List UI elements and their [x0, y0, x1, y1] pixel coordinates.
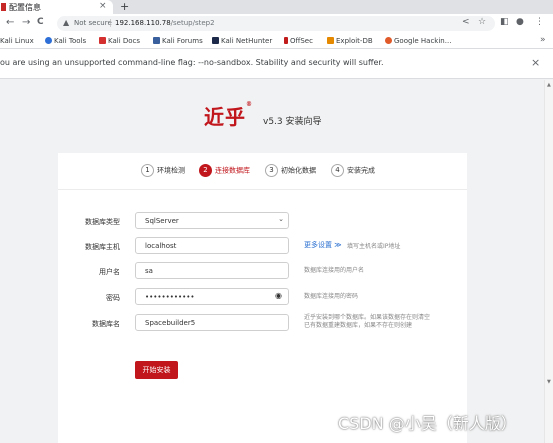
step-number: 4	[331, 164, 344, 177]
bookmark-exploit-db[interactable]: Exploit-DB	[327, 37, 373, 45]
tab-strip: 配置信息 × +	[0, 0, 553, 14]
db-name-hint-line-2: 已有数据重建数据库，如果不存在则创建	[304, 322, 413, 329]
share-icon[interactable]: <	[462, 17, 470, 27]
offsec-icon	[284, 37, 288, 44]
step-number: 1	[141, 164, 154, 177]
db-type-select[interactable]: SqlServer ⌄	[135, 212, 289, 229]
bookmark-star-icon[interactable]: ☆	[478, 17, 486, 27]
bookmark-google-hacking[interactable]: Google Hackin...	[385, 37, 451, 45]
step-environment-check: 1 环境检测	[141, 164, 185, 177]
bookmark-kali-tools[interactable]: Kali Tools	[45, 37, 86, 45]
bookmark-kali-linux[interactable]: Kali Linux	[0, 37, 34, 45]
db-name-label: 数据库名	[92, 320, 120, 328]
username-hint: 数据库连接用的用户名	[304, 267, 365, 274]
more-settings-link[interactable]: 更多设置 ≫	[304, 240, 342, 250]
step-label: 安装完成	[347, 166, 375, 175]
forward-icon[interactable]: →	[22, 17, 30, 28]
password-input[interactable]: •••••••••••• ◉	[135, 288, 289, 305]
side-panel-icon[interactable]: ◧	[500, 17, 509, 27]
site-logo: 近乎®	[204, 101, 253, 130]
favicon-icon	[1, 3, 6, 11]
show-password-icon[interactable]: ◉	[275, 291, 282, 300]
google-hacking-icon	[385, 37, 392, 44]
url-separator: |	[109, 18, 112, 27]
username-label: 用户名	[99, 268, 120, 276]
url-text[interactable]: 192.168.110.78/setup/step2	[115, 19, 215, 27]
setup-card: 1 环境检测 2 连接数据库 3 初始化数据 4 安装完成 数据库类型 SqlServe…	[58, 153, 467, 443]
infobar-close-icon[interactable]: ×	[531, 56, 540, 69]
username-value: sa	[145, 267, 153, 275]
bookmark-label: Kali Tools	[54, 37, 87, 45]
bookmark-label: Kali NetHunter	[221, 37, 273, 45]
password-value: ••••••••••••	[145, 293, 195, 301]
db-host-value: localhost	[145, 242, 177, 250]
logo-text: 近乎	[204, 105, 246, 129]
url-host: 192.168.110.78	[115, 19, 171, 27]
infobar: ou are using an unsupported command-line…	[0, 49, 553, 79]
kali-tools-icon	[45, 37, 52, 44]
db-host-hint: 填写主机名或IP地址	[347, 243, 401, 250]
bookmarks-overflow-icon[interactable]: »	[540, 35, 546, 45]
close-tab-icon[interactable]: ×	[99, 1, 107, 11]
step-label: 连接数据库	[215, 166, 250, 175]
infobar-message: ou are using an unsupported command-line…	[0, 58, 384, 67]
bookmark-label: Exploit-DB	[336, 37, 373, 45]
setup-version-title: v5.3 安装向导	[263, 117, 322, 127]
csdn-watermark: CSDN @小吴（新人版）	[338, 414, 517, 433]
profile-icon[interactable]: ●	[516, 17, 524, 27]
chevron-down-icon: ⌄	[278, 215, 284, 223]
kali-docs-icon	[99, 37, 106, 44]
bookmarks-bar: Kali Linux Kali Tools Kali Docs Kali For…	[0, 33, 553, 49]
password-label: 密码	[106, 294, 120, 302]
back-icon[interactable]: ←	[6, 17, 14, 28]
address-bar[interactable]: ▲ Not secure | 192.168.110.78/setup/step…	[57, 16, 495, 31]
db-type-value: SqlServer	[145, 217, 179, 225]
step-number: 3	[265, 164, 278, 177]
vertical-scrollbar[interactable]: ▲ ▼	[544, 80, 553, 443]
menu-icon[interactable]: ⋮	[535, 17, 544, 27]
step-initialize-data: 3 初始化数据	[265, 164, 316, 177]
db-name-hint-line-1: 近乎安装到哪个数据库。如果该数据存在则清空	[304, 314, 431, 321]
logo-registered-mark: ®	[246, 101, 253, 108]
security-label[interactable]: Not secure	[74, 19, 112, 27]
bookmark-label: Kali Forums	[162, 37, 203, 45]
new-tab-icon[interactable]: +	[120, 0, 129, 13]
steps-divider	[58, 189, 467, 190]
db-name-input[interactable]: Spacebuilder5	[135, 314, 289, 331]
step-label: 环境检测	[157, 166, 185, 175]
password-hint: 数据库连接用的密码	[304, 293, 359, 300]
browser-toolbar: ← → C ▲ Not secure | 192.168.110.78/setu…	[0, 14, 553, 33]
bookmark-offsec[interactable]: OffSec	[284, 37, 313, 45]
username-input[interactable]: sa	[135, 262, 289, 279]
browser-tab[interactable]: 配置信息 ×	[0, 0, 113, 14]
db-host-label: 数据库主机	[85, 243, 120, 251]
reload-icon[interactable]: C	[37, 17, 44, 27]
exploit-db-icon	[327, 37, 334, 44]
scroll-down-icon[interactable]: ▼	[547, 379, 551, 385]
bookmark-kali-docs[interactable]: Kali Docs	[99, 37, 140, 45]
db-host-input[interactable]: localhost	[135, 237, 289, 254]
scroll-up-icon[interactable]: ▲	[547, 82, 551, 88]
bookmark-label: OffSec	[290, 37, 313, 45]
url-path: /setup/step2	[170, 19, 215, 27]
step-label: 初始化数据	[281, 166, 316, 175]
tab-title: 配置信息	[9, 3, 41, 12]
db-type-label: 数据库类型	[85, 218, 120, 226]
step-install-complete: 4 安装完成	[331, 164, 375, 177]
warning-icon[interactable]: ▲	[63, 18, 69, 27]
kali-forums-icon	[153, 37, 160, 44]
bookmark-kali-forums[interactable]: Kali Forums	[153, 37, 203, 45]
step-number: 2	[199, 164, 212, 177]
step-connect-database: 2 连接数据库	[199, 164, 250, 177]
page-viewport: 近乎® v5.3 安装向导 1 环境检测 2 连接数据库 3 初始化数据 4 安装完成 …	[0, 80, 544, 443]
bookmark-label: Kali Docs	[108, 37, 141, 45]
db-name-value: Spacebuilder5	[145, 319, 196, 327]
bookmark-label: Google Hackin...	[394, 37, 452, 45]
kali-nethunter-icon	[212, 37, 219, 44]
db-name-hint: 近乎安装到哪个数据库。如果该数据存在则清空 已有数据重建数据库，如果不存在则创建	[304, 314, 430, 330]
bookmark-kali-nethunter[interactable]: Kali NetHunter	[212, 37, 272, 45]
bookmark-label: Kali Linux	[0, 37, 34, 45]
start-install-button[interactable]: 开始安装	[135, 361, 178, 379]
